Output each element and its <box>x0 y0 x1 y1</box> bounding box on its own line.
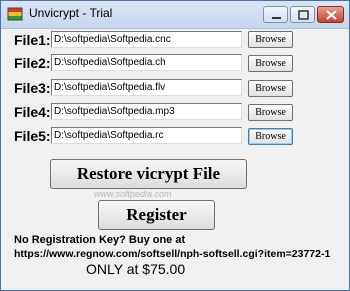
file2-path-input[interactable]: D:\softpedia\Softpedia.ch <box>51 54 242 71</box>
file1-path-input[interactable]: D:\softpedia\Softpedia.cnc <box>51 31 242 48</box>
close-button[interactable] <box>317 6 344 23</box>
maximize-button[interactable] <box>290 6 315 23</box>
file4-browse-button[interactable]: Browse <box>248 104 293 121</box>
app-window: Unvicrypt - Trial File1: D:\softpedia\So… <box>0 0 350 291</box>
app-icon <box>7 7 23 22</box>
registration-url: https://www.regnow.com/softsell/nph-soft… <box>14 248 331 260</box>
minimize-icon <box>272 17 281 19</box>
file2-browse-button[interactable]: Browse <box>248 55 293 72</box>
watermark-text: www.softpedia.com <box>94 189 172 199</box>
file2-label: File2: <box>14 55 51 71</box>
registration-prompt: No Registration Key? Buy one at <box>14 234 186 246</box>
file4-label: File4: <box>14 104 51 120</box>
register-button[interactable]: Register <box>98 200 215 230</box>
file5-path-input[interactable]: D:\softpedia\Softpedia.rc <box>51 127 242 144</box>
minimize-button[interactable] <box>263 6 288 23</box>
title-bar[interactable]: Unvicrypt - Trial <box>1 1 349 29</box>
price-label: ONLY at $75.00 <box>86 261 186 277</box>
file3-label: File3: <box>14 80 51 96</box>
close-icon <box>326 10 337 20</box>
file3-browse-button[interactable]: Browse <box>248 80 293 97</box>
file5-label: File5: <box>14 128 51 144</box>
file4-path-input[interactable]: D:\softpedia\Softpedia.mp3 <box>51 103 242 120</box>
file1-label: File1: <box>14 32 51 48</box>
file5-browse-button[interactable]: Browse <box>248 128 293 145</box>
window-title: Unvicrypt - Trial <box>29 6 113 20</box>
dialog-body: File1: D:\softpedia\Softpedia.cnc Browse… <box>2 29 348 290</box>
file1-browse-button[interactable]: Browse <box>248 31 293 48</box>
maximize-icon <box>298 10 309 20</box>
restore-file-button[interactable]: Restore vicrypt File <box>50 159 247 189</box>
file3-path-input[interactable]: D:\softpedia\Softpedia.flv <box>51 79 242 96</box>
